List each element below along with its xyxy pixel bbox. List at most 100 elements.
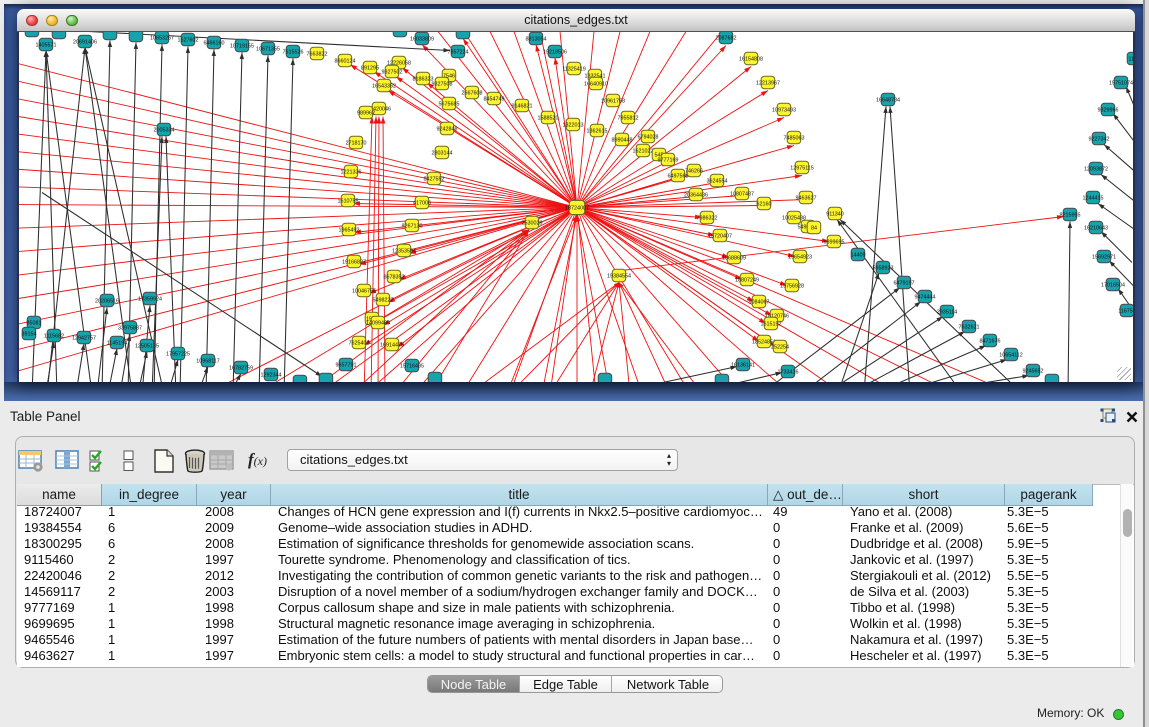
svg-text:9899695: 9899695: [824, 240, 845, 246]
svg-text:7485063: 7485063: [784, 136, 805, 142]
svg-text:2803144: 2803144: [432, 151, 453, 157]
svg-text:12213967: 12213967: [756, 81, 780, 87]
svg-text:1362615: 1362615: [587, 129, 608, 135]
svg-text:16648784: 16648784: [876, 98, 900, 104]
svg-text:14409: 14409: [851, 253, 866, 259]
svg-text:1610755: 1610755: [338, 199, 359, 205]
svg-text:116753: 116753: [1118, 309, 1135, 315]
svg-text:1733426: 1733426: [778, 370, 799, 376]
svg-text:7986322: 7986322: [697, 216, 718, 222]
svg-text:5958923: 5958923: [873, 266, 894, 272]
svg-text:20206516: 20206516: [95, 299, 119, 305]
svg-text:5675685: 5675685: [439, 102, 460, 108]
svg-text:1322013: 1322013: [563, 123, 584, 129]
svg-text:85081: 85081: [27, 321, 42, 327]
svg-text:1615152: 1615152: [761, 322, 782, 328]
svg-text:1405571: 1405571: [36, 43, 57, 49]
svg-text:10961758: 10961758: [601, 99, 625, 105]
svg-text:84: 84: [811, 226, 817, 232]
svg-text:746266: 746266: [685, 169, 703, 175]
svg-text:16033809: 16033809: [410, 37, 434, 43]
svg-text:9084067: 9084067: [749, 300, 770, 306]
svg-text:8186323: 8186323: [413, 77, 434, 83]
svg-text:10973493: 10973493: [772, 108, 796, 114]
svg-text:1527602: 1527602: [178, 38, 199, 44]
svg-text:33975887: 33975887: [118, 326, 142, 332]
svg-text:9657791: 9657791: [336, 363, 357, 369]
svg-text:62160: 62160: [757, 202, 772, 208]
svg-text:9227342: 9227342: [1089, 137, 1110, 143]
svg-text:10046755: 10046755: [352, 289, 376, 295]
svg-text:1145194: 1145194: [107, 341, 128, 347]
svg-text:8427552: 8427552: [424, 177, 445, 183]
svg-text:1221336: 1221336: [341, 170, 362, 176]
svg-text:8660124: 8660124: [335, 59, 356, 65]
svg-text:19166827: 19166827: [342, 260, 366, 266]
svg-text:1965492: 1965492: [339, 228, 360, 234]
svg-text:2667608: 2667608: [462, 91, 483, 97]
svg-text:17016504: 17016504: [1101, 283, 1125, 289]
svg-text:20691406: 20691406: [73, 40, 97, 46]
svg-text:1244415: 1244415: [1083, 196, 1104, 202]
svg-text:10807487: 10807487: [730, 192, 754, 198]
svg-text:1588520: 1588520: [538, 116, 559, 122]
svg-text:8678352: 8678352: [384, 275, 405, 281]
svg-text:12505135: 12505135: [135, 344, 159, 350]
svg-text:989962: 989962: [357, 111, 375, 117]
svg-text:16136141: 16136141: [731, 363, 755, 369]
svg-text:7857224: 7857224: [448, 50, 469, 56]
svg-text:9474444: 9474444: [915, 295, 936, 301]
svg-text:6794028: 6794028: [638, 135, 659, 141]
svg-text:9146821: 9146821: [512, 104, 533, 110]
svg-text:10958117: 10958117: [196, 359, 220, 365]
svg-text:2718170: 2718170: [346, 141, 367, 147]
svg-text:8215955: 8215955: [1060, 213, 1081, 219]
svg-text:2005334: 2005334: [154, 128, 175, 134]
svg-text:1292344: 1292344: [261, 373, 282, 379]
svg-text:16782759: 16782759: [229, 366, 253, 372]
svg-text:19756928: 19756928: [780, 284, 804, 290]
svg-text:252254: 252254: [771, 345, 789, 351]
svg-text:18724007: 18724007: [565, 206, 589, 212]
svg-text:15692971: 15692971: [1092, 255, 1116, 261]
svg-text:9327502: 9327502: [382, 70, 403, 76]
svg-text:12975115: 12975115: [790, 166, 814, 172]
svg-text:10671355: 10671355: [256, 47, 280, 53]
svg-text:14099489: 14099489: [366, 321, 390, 327]
svg-text:3624554: 3624554: [707, 179, 728, 185]
svg-text:10653267: 10653267: [150, 36, 174, 42]
svg-text:12353594: 12353594: [392, 249, 416, 255]
svg-text:8990448: 8990448: [612, 138, 633, 144]
svg-text:9242848: 9242848: [437, 127, 458, 133]
svg-text:5498222: 5498222: [373, 298, 394, 304]
svg-text:15716485: 15716485: [400, 364, 424, 370]
svg-text:17359924: 17359924: [138, 297, 162, 303]
svg-text:7515526: 7515526: [283, 50, 304, 56]
svg-text:19384554: 19384554: [607, 274, 631, 280]
svg-text:12093872: 12093872: [1084, 167, 1108, 173]
svg-text:7663822: 7663822: [307, 52, 328, 58]
svg-text:6466160: 6466160: [204, 41, 225, 47]
svg-text:16543362: 16543362: [372, 84, 396, 90]
svg-text:2935114: 2935114: [937, 310, 958, 316]
svg-text:12942757: 12942757: [72, 336, 96, 342]
svg-text:2087682: 2087682: [716, 36, 737, 42]
svg-text:8813054: 8813054: [526, 37, 547, 43]
svg-text:1117: 1117: [1128, 57, 1135, 63]
svg-text:20364436: 20364436: [684, 193, 708, 199]
svg-text:9777169: 9777169: [658, 158, 679, 164]
svg-text:2530029: 2530029: [522, 221, 543, 227]
svg-text:19218506: 19218506: [543, 50, 567, 56]
svg-text:18807249: 18807249: [735, 278, 759, 284]
svg-text:1621022: 1621022: [633, 149, 654, 155]
svg-text:9327508: 9327508: [432, 82, 453, 88]
svg-text:7955812: 7955812: [618, 116, 639, 122]
svg-text:417006: 417006: [413, 201, 431, 207]
svg-text:15720407: 15720407: [708, 234, 732, 240]
svg-text:9245652: 9245652: [1023, 369, 1044, 375]
svg-text:10719155: 10719155: [230, 44, 254, 50]
svg-text:8267130: 8267130: [402, 224, 423, 230]
svg-text:911340: 911340: [826, 212, 844, 218]
svg-text:11325419: 11325419: [562, 67, 586, 73]
svg-text:7632621: 7632621: [959, 325, 980, 331]
